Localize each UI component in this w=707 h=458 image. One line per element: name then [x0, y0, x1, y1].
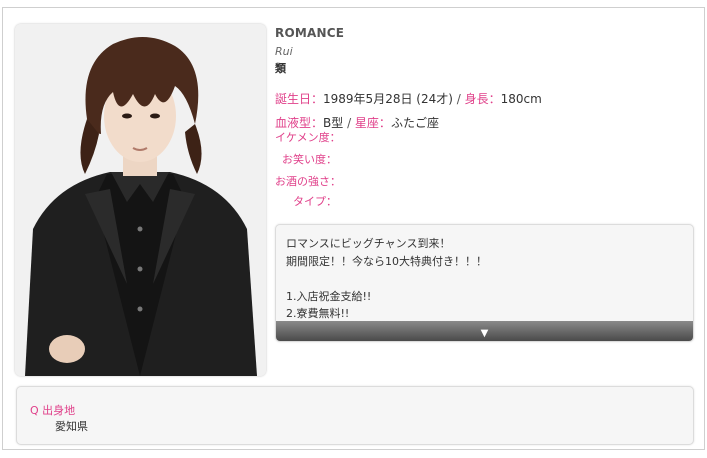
name-romaji: Rui: [275, 45, 293, 58]
message-line: [286, 270, 683, 288]
birthplace-answer: 愛知県: [55, 420, 88, 433]
param-ikemen-label: イケメン度：: [275, 131, 341, 144]
profile-info: ROMANCE Rui 類 誕生日：1989年5月28日 (24才) / 身長：…: [275, 26, 695, 208]
param-type-label: タイプ：: [293, 195, 337, 208]
birthplace-question: Q 出身地: [30, 404, 76, 417]
profile-card: ROMANCE Rui 類 誕生日：1989年5月28日 (24才) / 身長：…: [2, 7, 705, 450]
separator: /: [452, 92, 465, 106]
height-value: 180cm: [500, 92, 542, 106]
birthday-height-row: 誕生日：1989年5月28日 (24才) / 身長：180cm: [275, 90, 695, 107]
param-owarai-label: お笑い度：: [282, 153, 337, 166]
message-line: 期間限定！！今なら10大特典付き！！！: [286, 254, 487, 268]
triangle-down-icon: ▼: [480, 328, 489, 339]
zodiac-value: ふたご座: [390, 116, 439, 130]
profile-photo: [15, 24, 266, 376]
shop-name: ROMANCE: [275, 26, 345, 40]
height-label: 身長：: [464, 92, 501, 106]
zodiac-label: 星座：: [354, 116, 391, 130]
blood-type-label: 血液型：: [275, 116, 324, 130]
separator: /: [343, 116, 355, 130]
blood-type-value: B型: [323, 116, 344, 130]
name-kanji: 類: [275, 62, 286, 75]
birthplace-box: Q 出身地 愛知県: [16, 386, 694, 445]
message-box: ロマンスにビッグチャンス到来！ 期間限定！！今なら10大特典付き！！！ 1.入店…: [275, 224, 694, 342]
message-line: ロマンスにビッグチャンス到来！: [286, 237, 451, 250]
profile-photo-image: [15, 24, 266, 376]
message-line: 1.入店祝金支給!!: [286, 289, 372, 303]
param-osake-label: お酒の強さ：: [275, 175, 341, 188]
message-line: 2.寮費無料!!: [286, 307, 350, 320]
blood-sign-row: 血液型：B型 / 星座：ふたご座: [275, 114, 695, 131]
birthday-label: 誕生日：: [275, 92, 324, 106]
message-text: ロマンスにビッグチャンス到来！ 期間限定！！今なら10大特典付き！！！ 1.入店…: [276, 225, 693, 322]
birthday-value: 1989年5月28日 (24才): [323, 92, 453, 106]
expand-message-button[interactable]: ▼: [276, 321, 693, 341]
